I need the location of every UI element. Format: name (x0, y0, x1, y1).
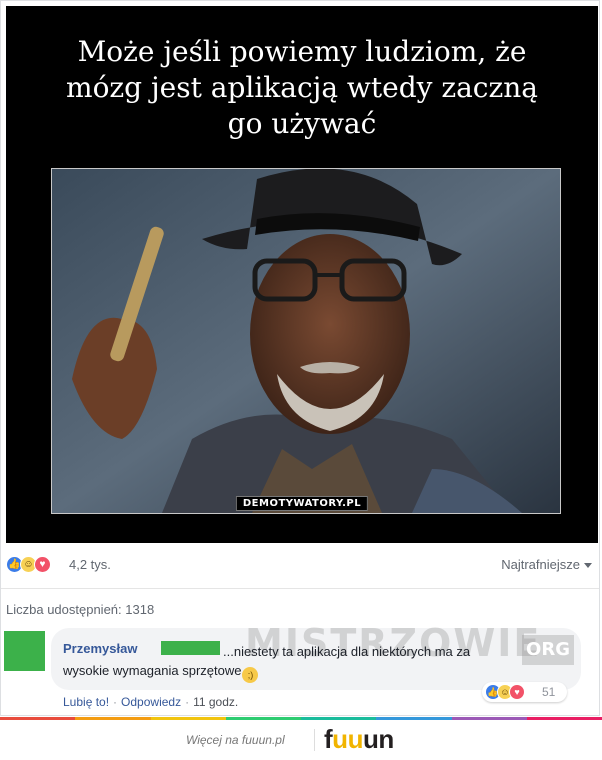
stripe-segment (526, 717, 602, 720)
comment-text-line-2: wysokie wymagania sprzętowe (63, 663, 242, 678)
footer-divider (314, 729, 315, 751)
divider (1, 588, 599, 589)
comment-timestamp[interactable]: 11 godz. (193, 695, 238, 709)
comment-actions: Lubię to! · Odpowiedz · 11 godz. (63, 695, 238, 709)
meme-caption-line: mózg jest aplikacją wtedy zaczną (66, 71, 538, 104)
separator-dot: · (185, 695, 190, 709)
meme-image[interactable]: Może jeśli powiemy ludziom, że mózg jest… (6, 6, 598, 543)
comment-text-line: ...niestety ta aplikacja dla niektórych … (223, 644, 471, 659)
love-icon: ♥ (34, 556, 51, 573)
separator-dot: · (113, 695, 118, 709)
meme-photo-frame (51, 168, 561, 514)
demotywatory-watermark: DEMOTYWATORY.PL (235, 496, 369, 511)
facebook-post-card: Może jeśli powiemy ludziom, że mózg jest… (0, 0, 600, 716)
stripe-segment (301, 717, 377, 720)
like-comment-link[interactable]: Lubię to! (63, 695, 109, 709)
love-icon: ♥ (509, 684, 525, 700)
footer-more-text[interactable]: Więcej na fuuun.pl (186, 733, 285, 747)
stripe-segment (0, 717, 76, 720)
comment-reaction-count: 51 (542, 685, 556, 699)
reactions-bar: 👍 ☺ ♥ 4,2 tys. Najtrafniejsze (6, 554, 596, 576)
stripe-segment (75, 717, 151, 720)
fuuun-logo[interactable]: fuuun (324, 724, 394, 755)
sort-label: Najtrafniejsze (501, 557, 580, 572)
meme-caption: Może jeśli powiemy ludziom, że mózg jest… (6, 34, 598, 142)
share-count[interactable]: Liczba udostępnień: 1318 (6, 602, 154, 617)
comment-sort-dropdown[interactable]: Najtrafniejsze (501, 557, 592, 572)
meme-caption-line: Może jeśli powiemy ludziom, że (77, 35, 527, 68)
wink-emoji-icon: ;) (242, 667, 259, 683)
comment-reactions[interactable]: 👍 ☺ ♥ 51 (482, 682, 567, 702)
comment-author[interactable]: Przemysław (63, 641, 137, 656)
rainbow-stripe (0, 717, 602, 720)
comment-text-line: wysokie wymagania sprzętowe;) (63, 663, 259, 683)
stripe-segment (451, 717, 527, 720)
censored-surname (161, 641, 220, 655)
meme-caption-line: go używać (227, 107, 377, 140)
stripe-segment (376, 717, 452, 720)
reply-link[interactable]: Odpowiedz (121, 695, 181, 709)
reaction-count[interactable]: 4,2 tys. (69, 557, 111, 572)
caret-down-icon (584, 563, 592, 569)
avatar[interactable] (4, 631, 45, 671)
stripe-segment (225, 717, 301, 720)
man-with-hat-and-cigar-photo (52, 169, 560, 513)
stripe-segment (150, 717, 226, 720)
